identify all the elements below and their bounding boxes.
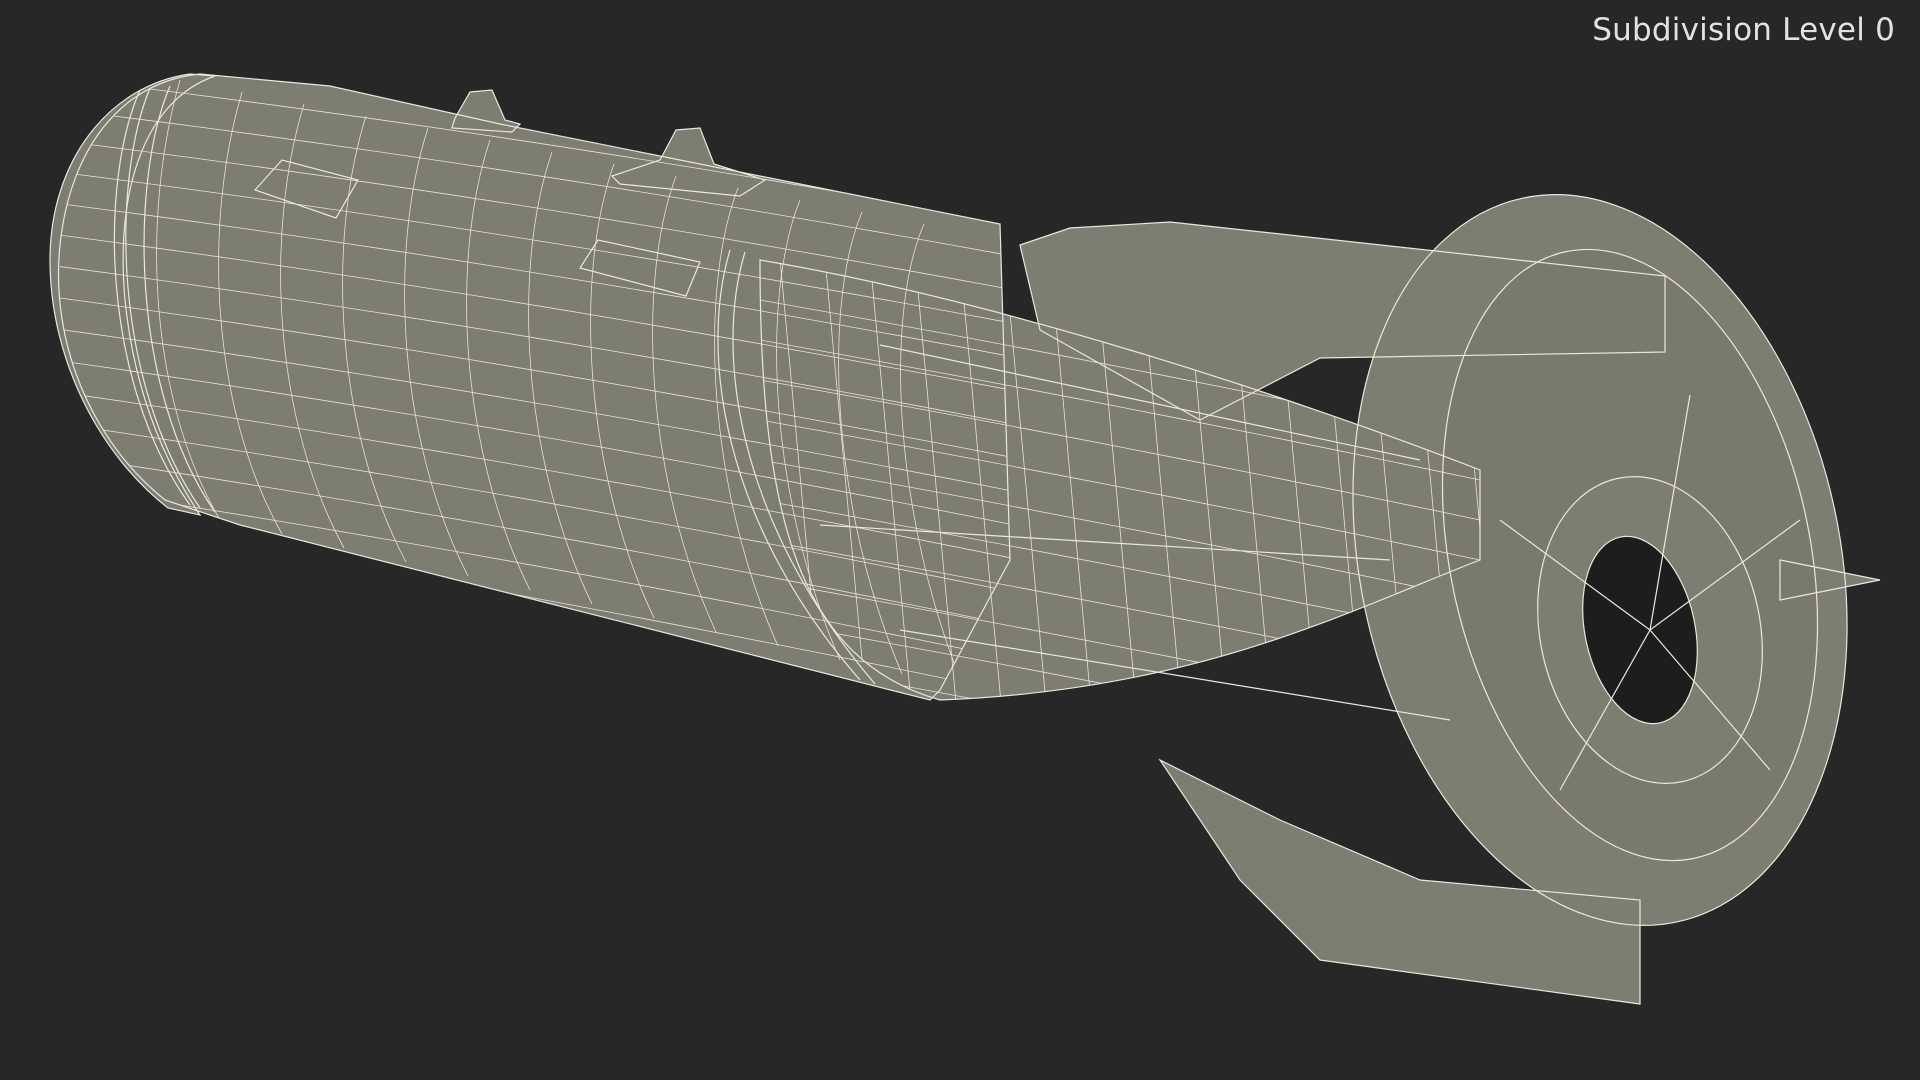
bomb-wireframe-model xyxy=(49,73,1881,1005)
subdivision-level-label: Subdivision Level 0 xyxy=(1592,12,1895,48)
mesh-edge xyxy=(760,699,1480,700)
3d-viewport[interactable]: Subdivision Level 0 xyxy=(0,0,1920,1080)
bomb-body-group xyxy=(50,74,1880,1004)
